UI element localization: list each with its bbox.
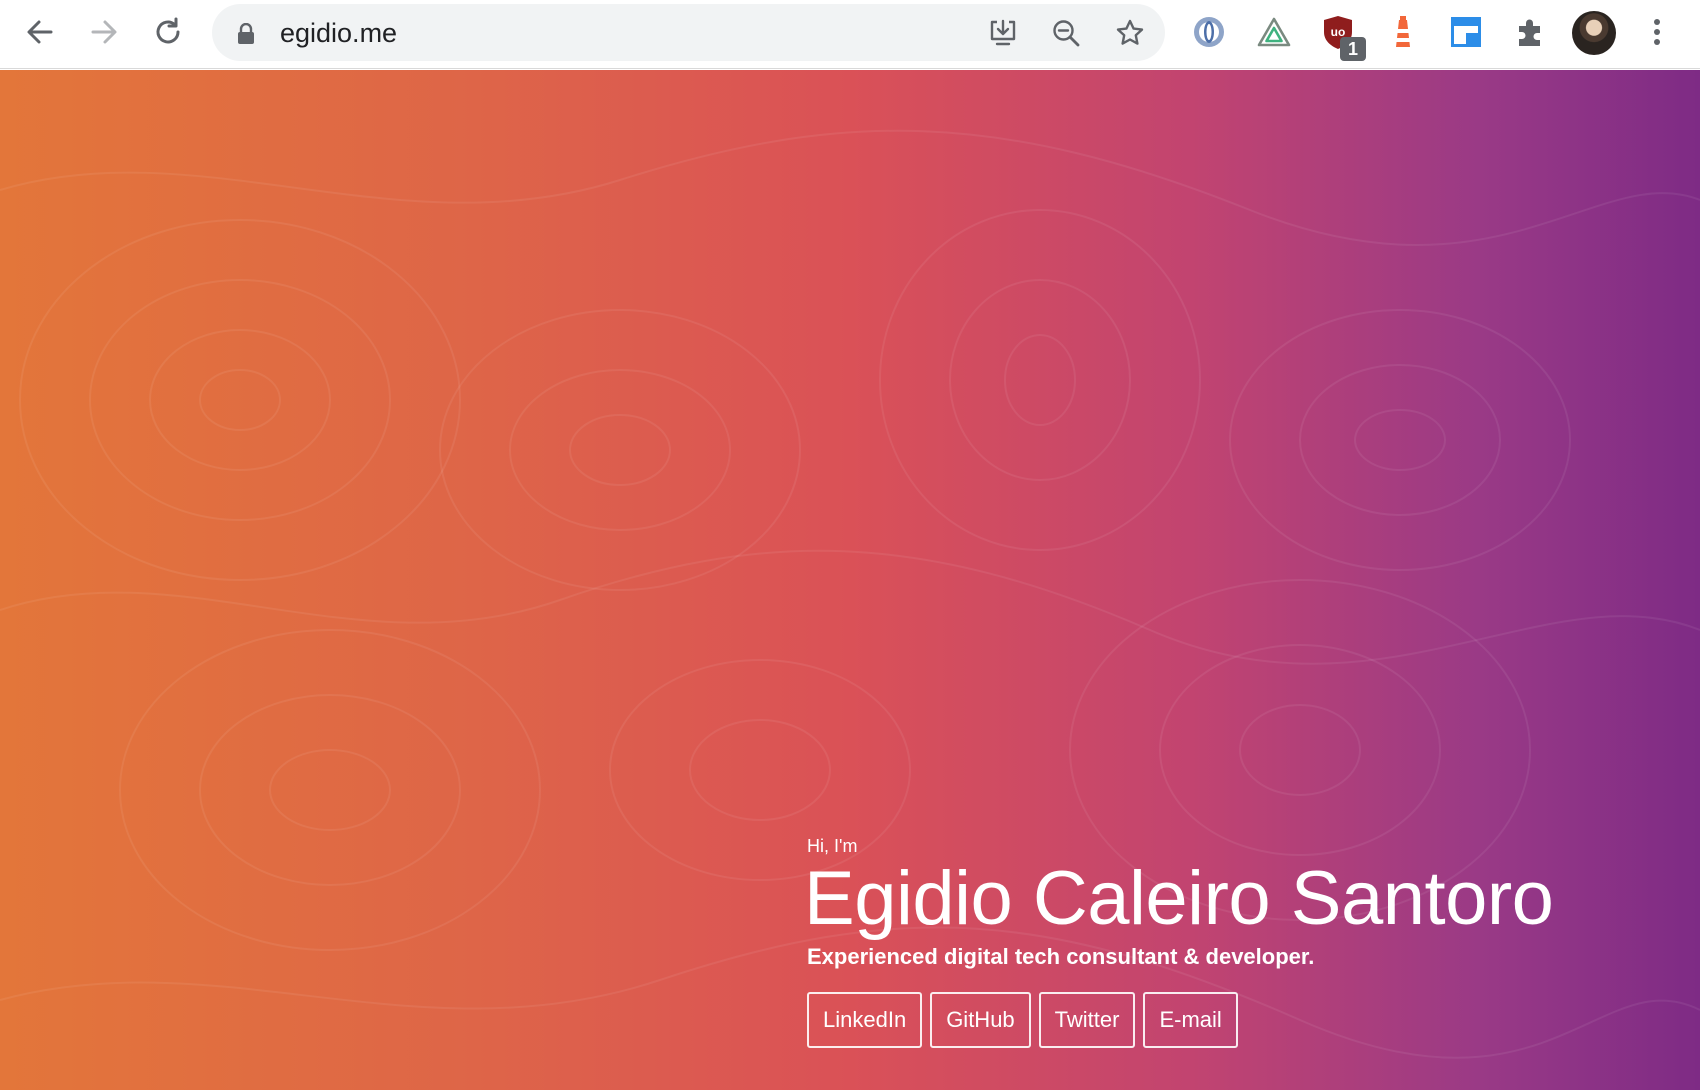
extensions-puzzle-icon[interactable] (1511, 13, 1549, 51)
url-text[interactable]: egidio.me (280, 17, 397, 49)
linkedin-button[interactable]: LinkedIn (807, 992, 923, 1048)
window-extension-icon[interactable] (1447, 13, 1485, 51)
tagline: Experienced digital tech consultant & de… (807, 944, 1315, 969)
hero-section: Hi, I'm Egidio Caleiro Santoro Experienc… (0, 70, 1700, 1090)
profile-avatar[interactable] (1572, 11, 1616, 55)
lock-icon (237, 22, 255, 50)
install-icon[interactable] (987, 17, 1019, 49)
address-bar[interactable]: egidio.me (212, 4, 1165, 61)
lighthouse-icon[interactable] (1384, 13, 1422, 51)
zoom-out-icon[interactable] (1050, 17, 1082, 49)
reload-icon (156, 17, 180, 44)
vue-devtools-icon[interactable] (1255, 13, 1293, 51)
extension-badge: 1 (1340, 37, 1366, 61)
reload-button[interactable] (149, 13, 187, 51)
browser-toolbar: egidio.me uo 1 (0, 0, 1700, 69)
more-options-icon[interactable] (1638, 13, 1676, 51)
arrow-right-icon (91, 20, 117, 44)
star-icon[interactable] (1114, 17, 1146, 49)
github-button[interactable]: GitHub (930, 992, 1031, 1048)
twitter-button[interactable]: Twitter (1038, 992, 1136, 1048)
forward-button[interactable] (85, 13, 123, 51)
email-button[interactable]: E-mail (1143, 992, 1238, 1048)
social-links: LinkedIn GitHub Twitter E-mail (807, 992, 1238, 1048)
arrow-left-icon (27, 20, 53, 44)
back-button[interactable] (21, 13, 59, 51)
page-title: Egidio Caleiro Santoro (804, 856, 1554, 941)
extension-ring-icon[interactable] (1190, 13, 1228, 51)
greeting-text: Hi, I'm (807, 836, 858, 856)
